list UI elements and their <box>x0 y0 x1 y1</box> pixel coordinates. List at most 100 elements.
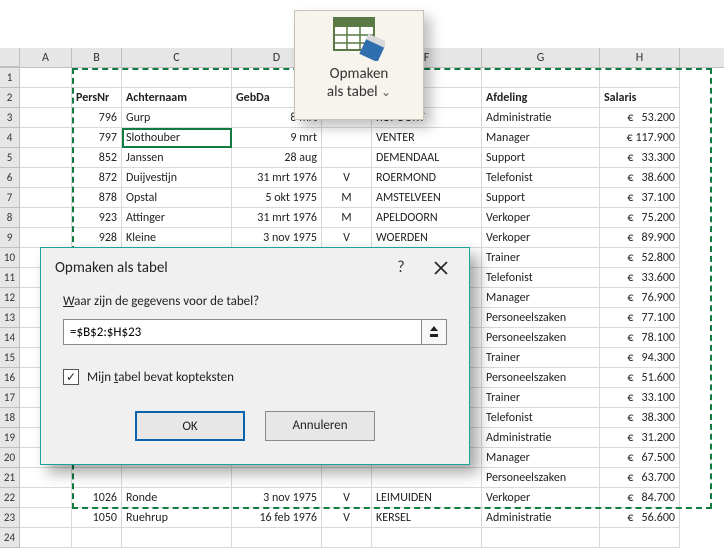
cell-afdeling[interactable]: Telefonist <box>482 408 600 428</box>
cell-afdeling[interactable]: Personeelszaken <box>482 308 600 328</box>
cell-salaris[interactable]: € 52.800 <box>600 248 680 268</box>
cell-afdeling[interactable]: Administratie <box>482 108 600 128</box>
cell-gebda[interactable]: 5 okt 1975 <box>232 188 322 208</box>
row-header[interactable]: 4 <box>0 128 20 148</box>
cell[interactable] <box>20 208 72 228</box>
cell[interactable] <box>600 68 680 88</box>
cell[interactable] <box>20 468 72 488</box>
cell-afdeling[interactable]: Administratie <box>482 508 600 528</box>
row-header[interactable]: 5 <box>0 148 20 168</box>
cell-geslacht[interactable] <box>322 148 372 168</box>
row-header[interactable]: 24 <box>0 528 20 548</box>
cell-afdeling[interactable]: Telefonist <box>482 268 600 288</box>
cell-afdeling[interactable]: Trainer <box>482 388 600 408</box>
cell-afdeling[interactable]: Personeelszaken <box>482 328 600 348</box>
has-headers-checkbox-row[interactable]: ✓ Mijn tabel bevat kopteksten <box>63 369 447 385</box>
cancel-button[interactable]: Annuleren <box>265 411 375 441</box>
cell-gebda[interactable]: 16 feb 1976 <box>232 508 322 528</box>
cell-salaris[interactable]: € 67.500 <box>600 448 680 468</box>
header-achternaam[interactable]: Achternaam <box>122 88 232 108</box>
cell-salaris[interactable]: € 51.600 <box>600 368 680 388</box>
cell-persnr[interactable]: 852 <box>72 148 122 168</box>
cell-afdeling[interactable]: Personeelszaken <box>482 368 600 388</box>
cell-geslacht[interactable]: V <box>322 508 372 528</box>
cell-gebda[interactable]: 28 aug <box>232 148 322 168</box>
cell-salaris[interactable]: € 38.300 <box>600 408 680 428</box>
cell-persnr[interactable]: 1026 <box>72 488 122 508</box>
cell-afdeling[interactable]: Verkoper <box>482 228 600 248</box>
row-header[interactable]: 1 <box>0 68 20 88</box>
cell-persnr[interactable]: 928 <box>72 228 122 248</box>
header-salaris[interactable]: Salaris <box>600 88 680 108</box>
cell-gebda[interactable]: 9 mrt <box>232 128 322 148</box>
cell-salaris[interactable]: € 33.300 <box>600 148 680 168</box>
cell[interactable] <box>322 528 372 548</box>
cell-salaris[interactable]: € 75.200 <box>600 208 680 228</box>
cell-plaats[interactable]: AMSTELVEEN <box>372 188 482 208</box>
cell-achternaam[interactable] <box>122 468 232 488</box>
cell-persnr[interactable]: 796 <box>72 108 122 128</box>
cell-plaats[interactable]: VENTER <box>372 128 482 148</box>
cell-afdeling[interactable]: Manager <box>482 448 600 468</box>
cell[interactable] <box>482 68 600 88</box>
select-all-corner[interactable] <box>0 48 20 67</box>
cell-achternaam[interactable]: Slothouber <box>122 128 232 148</box>
cell-plaats[interactable]: DEMENDAAL <box>372 148 482 168</box>
cell-salaris[interactable]: € 38.600 <box>600 168 680 188</box>
range-input[interactable] <box>63 319 422 345</box>
cell-salaris[interactable]: € 84.700 <box>600 488 680 508</box>
row-header[interactable]: 11 <box>0 268 20 288</box>
cell-achternaam[interactable]: Duijvestijn <box>122 168 232 188</box>
cell-gebda[interactable]: 31 mrt 1976 <box>232 168 322 188</box>
cell-salaris[interactable]: € 117.900 <box>600 128 680 148</box>
row-header[interactable]: 15 <box>0 348 20 368</box>
cell[interactable] <box>232 528 322 548</box>
cell[interactable] <box>20 128 72 148</box>
col-header-a[interactable]: A <box>20 48 72 67</box>
col-header-b[interactable]: B <box>72 48 122 67</box>
cell[interactable] <box>600 528 680 548</box>
cell[interactable] <box>72 528 122 548</box>
cell[interactable] <box>20 168 72 188</box>
col-header-g[interactable]: G <box>482 48 600 67</box>
cell-geslacht[interactable]: V <box>322 488 372 508</box>
cell[interactable] <box>482 528 600 548</box>
row-header[interactable]: 20 <box>0 448 20 468</box>
cell[interactable] <box>20 68 72 88</box>
cell-afdeling[interactable]: Personeelszaken <box>482 468 600 488</box>
row-header[interactable]: 3 <box>0 108 20 128</box>
cell[interactable] <box>20 108 72 128</box>
cell-persnr[interactable]: 1050 <box>72 508 122 528</box>
row-header[interactable]: 8 <box>0 208 20 228</box>
cell-achternaam[interactable]: Kleine <box>122 228 232 248</box>
cell-plaats[interactable]: KERSEL <box>372 508 482 528</box>
cell-gebda[interactable] <box>232 468 322 488</box>
row-header[interactable]: 14 <box>0 328 20 348</box>
cell-plaats[interactable]: LEIMUIDEN <box>372 488 482 508</box>
row-header[interactable]: 7 <box>0 188 20 208</box>
row-header[interactable]: 12 <box>0 288 20 308</box>
format-as-table-button[interactable]: Opmaken als tabel ⌄ <box>294 10 424 120</box>
collapse-dialog-button[interactable] <box>421 319 447 345</box>
row-header[interactable]: 18 <box>0 408 20 428</box>
cell-geslacht[interactable] <box>322 468 372 488</box>
col-header-h[interactable]: H <box>600 48 680 67</box>
cell-salaris[interactable]: € 37.100 <box>600 188 680 208</box>
cell-salaris[interactable]: € 78.100 <box>600 328 680 348</box>
cell-afdeling[interactable]: Support <box>482 148 600 168</box>
cell-gebda[interactable]: 31 mrt 1976 <box>232 208 322 228</box>
cell-afdeling[interactable]: Trainer <box>482 248 600 268</box>
cell-persnr[interactable]: 878 <box>72 188 122 208</box>
cell-gebda[interactable]: 3 nov 1975 <box>232 228 322 248</box>
row-header[interactable]: 22 <box>0 488 20 508</box>
cell-achternaam[interactable]: Gurp <box>122 108 232 128</box>
cell[interactable] <box>20 188 72 208</box>
cell-achternaam[interactable]: Ruehrup <box>122 508 232 528</box>
cell-geslacht[interactable] <box>322 128 372 148</box>
cell[interactable] <box>20 508 72 528</box>
cell-plaats[interactable] <box>372 468 482 488</box>
row-header[interactable]: 21 <box>0 468 20 488</box>
header-afdeling[interactable]: Afdeling <box>482 88 600 108</box>
ok-button[interactable]: OK <box>135 411 245 441</box>
cell-achternaam[interactable]: Opstal <box>122 188 232 208</box>
